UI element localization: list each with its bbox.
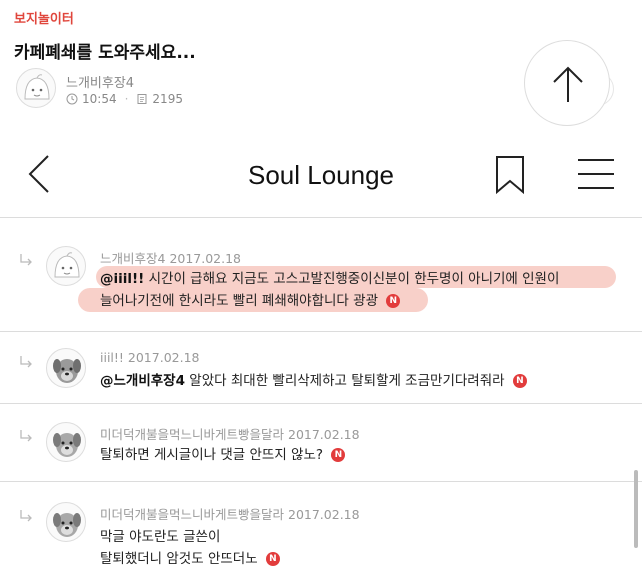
comment-body: 탈퇴하면 게시글이나 댓글 안뜨지 않노? xyxy=(100,447,324,463)
scroll-top-button[interactable] xyxy=(524,40,610,126)
comment-body: 알았다 최대한 빨리삭제하고 탈퇴할게 조금만기다려줘라 xyxy=(189,373,505,389)
comment-date: 2017.02.18 xyxy=(288,507,360,522)
commenter-avatar[interactable] xyxy=(46,246,86,286)
comment-author[interactable]: 미더덕개불을먹느니바게트빵을달라 xyxy=(100,427,284,442)
comment-body: 늘어나기전에 한시라도 빨리 폐쇄해야합니다 광광 xyxy=(100,293,378,309)
post-time: 10:54 xyxy=(82,92,117,106)
comment-mention[interactable]: @iiil!! xyxy=(100,271,144,287)
reply-arrow-icon xyxy=(20,430,32,442)
new-badge: N xyxy=(386,294,401,308)
avatar-dog-icon xyxy=(53,359,81,383)
comment-text-line: 늘어나기전에 한시라도 빨리 폐쇄해야합니다 광광 N xyxy=(100,290,401,312)
comment-body: 탈퇴했더니 암것도 안뜨더노 xyxy=(100,551,258,567)
comment-text-line: @iiil!! 시간이 급해요 지금도 고스고발진행중이신분이 한두명이 아니기… xyxy=(100,268,559,290)
comment-text-line: @느개비후장4 알았다 최대한 빨리삭제하고 탈퇴할게 조금만기다려줘라 N xyxy=(100,370,527,392)
bookmark-button[interactable] xyxy=(492,154,528,196)
meta-separator: · xyxy=(124,92,129,106)
avatar-face-icon xyxy=(24,74,50,100)
avatar-dog-icon xyxy=(53,513,81,537)
comment-author[interactable]: iiil!! xyxy=(100,350,124,365)
post-meta: 10:54 · 2195 xyxy=(66,92,183,106)
comment-item: 미더덕개불을먹느니바게트빵을달라 2017.02.18 막글 야도란도 글쓴이 … xyxy=(0,482,642,572)
comment-date: 2017.02.18 xyxy=(127,350,200,365)
comment-text-line: 탈퇴하면 게시글이나 댓글 안뜨지 않노? N xyxy=(100,444,346,466)
bookmark-icon xyxy=(496,156,524,195)
hamburger-menu-icon xyxy=(578,159,614,189)
comment-item: 미더덕개불을먹느니바게트빵을달라 2017.02.18 탈퇴하면 게시글이나 댓… xyxy=(0,404,642,482)
comment-text-line: 막글 야도란도 글쓴이 xyxy=(100,526,220,548)
comment-author[interactable]: 느개비후장4 xyxy=(100,251,165,266)
navbar-title: Soul Lounge xyxy=(247,160,395,190)
comment-item: 느개비후장4 2017.02.18 @iiil!! 시간이 급해요 지금도 고스… xyxy=(0,226,642,332)
comment-header: 미더덕개불을먹느니바게트빵을달라 2017.02.18 xyxy=(100,504,360,523)
new-badge: N xyxy=(512,374,527,388)
new-badge: N xyxy=(265,552,280,566)
menu-button[interactable] xyxy=(574,154,618,194)
clock-icon xyxy=(66,93,78,105)
avatar-dog-icon xyxy=(53,433,81,457)
comment-text-line: 탈퇴했더니 암것도 안뜨더노 N xyxy=(100,548,280,570)
post-author-row: 느개비후장4 10:54 · 2195 xyxy=(16,68,316,112)
comment-date: 2017.02.18 xyxy=(169,251,242,266)
reply-arrow-icon xyxy=(20,356,32,368)
board-name-link[interactable]: 보지놀이터 xyxy=(14,8,74,27)
new-badge: N xyxy=(331,448,346,462)
comment-list: 느개비후장4 2017.02.18 @iiil!! 시간이 급해요 지금도 고스… xyxy=(0,226,642,572)
avatar-face-icon xyxy=(54,252,80,278)
post-author-name[interactable]: 느개비후장4 xyxy=(66,72,134,91)
arrow-up-icon xyxy=(553,66,583,102)
post-views: 2195 xyxy=(152,92,183,106)
scrollbar[interactable] xyxy=(634,470,638,548)
commenter-avatar[interactable] xyxy=(46,422,86,462)
comment-author[interactable]: 미더덕개불을먹느니바게트빵을달라 xyxy=(100,507,284,522)
comment-header: 미더덕개불을먹느니바게트빵을달라 2017.02.18 xyxy=(100,424,360,443)
comment-body: 막글 야도란도 글쓴이 xyxy=(100,529,221,545)
comment-header: 느개비후장4 2017.02.18 xyxy=(100,248,241,267)
comment-body: 시간이 급해요 지금도 고스고발진행중이신분이 한두명이 아니기에 인원이 xyxy=(148,271,560,287)
reply-arrow-icon xyxy=(20,510,32,522)
commenter-avatar[interactable] xyxy=(46,502,86,542)
document-icon xyxy=(137,94,147,104)
reply-arrow-icon xyxy=(20,254,32,266)
author-avatar[interactable] xyxy=(16,68,56,108)
post-title: 카페폐쇄를 도와주세요... xyxy=(14,43,196,63)
comment-mention[interactable]: @느개비후장4 xyxy=(100,373,185,389)
comment-item: iiil!! 2017.02.18 @느개비후장4 알았다 최대한 빨리삭제하고… xyxy=(0,332,642,404)
commenter-avatar[interactable] xyxy=(46,348,86,388)
comment-date: 2017.02.18 xyxy=(288,427,360,442)
navbar: Soul Lounge xyxy=(0,130,642,218)
comment-header: iiil!! 2017.02.18 xyxy=(100,350,199,365)
